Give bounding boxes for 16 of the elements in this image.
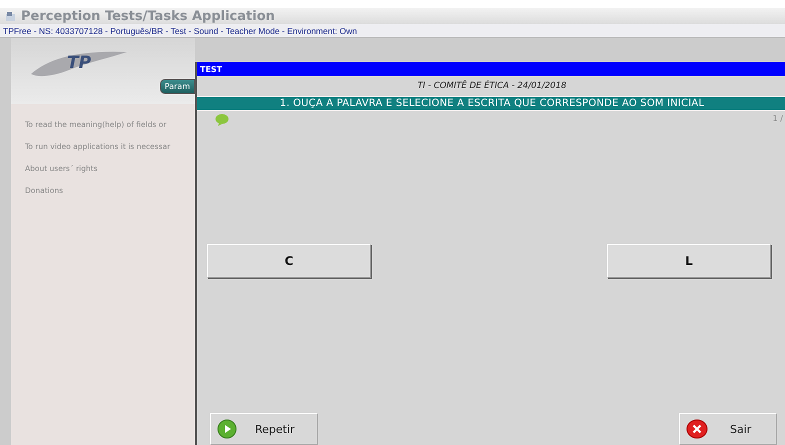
- dialog-title: TEST: [200, 64, 222, 74]
- repeat-button[interactable]: Repetir: [210, 413, 318, 445]
- answer-option[interactable]: L: [607, 244, 771, 278]
- status-text: TPFree - NS: 4033707128 - Português/BR - Test - Sound - Teacher Mode - Environment: Own: [3, 26, 358, 36]
- exit-button[interactable]: Sair: [679, 413, 777, 445]
- tab[interactable]: Param: [160, 79, 195, 94]
- question: 1. OUÇA A PALAVRA E SELECIONE A ESCRITA QUE CORRESPONDE AO SOM INICIAL: [280, 98, 704, 109]
- speech-bubble-icon[interactable]: [215, 114, 229, 126]
- window-icon: [6, 12, 15, 20]
- answer-option[interactable]: C: [207, 244, 371, 278]
- play-icon: [217, 419, 237, 439]
- close-icon: [686, 419, 708, 439]
- window-title: Perception Tests/Tasks Application: [21, 8, 275, 24]
- logo: TP: [66, 53, 92, 73]
- page-counter: 1 /: [772, 114, 783, 123]
- subtitle: TI - COMITÊ DE ÉTICA - 24/01/2018: [418, 81, 566, 91]
